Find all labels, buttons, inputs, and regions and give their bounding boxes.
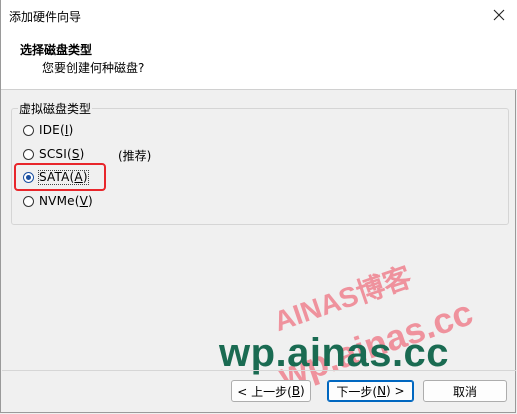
recommended-note: (推荐) xyxy=(118,149,152,163)
radio-ide-button[interactable] xyxy=(23,124,34,136)
radio-ide-label: IDE(I) xyxy=(39,123,74,137)
radio-ide[interactable]: IDE(I) xyxy=(23,121,73,139)
radio-nvme-label: NVMe(V) xyxy=(39,194,93,208)
cancel-button[interactable]: 取消 xyxy=(423,380,507,402)
radio-scsi-label: SCSI(S) xyxy=(39,147,85,161)
footer-divider xyxy=(2,370,516,371)
close-icon xyxy=(493,9,505,21)
page-subtitle: 您要创建何种磁盘? xyxy=(42,61,145,75)
radio-scsi-button[interactable] xyxy=(23,148,34,160)
window-title: 添加硬件向导 xyxy=(9,10,82,24)
radio-nvme-button[interactable] xyxy=(23,195,34,207)
group-legend: 虚拟磁盘类型 xyxy=(18,100,93,117)
radio-nvme[interactable]: NVMe(V) xyxy=(23,192,93,210)
dialog-window: 添加硬件向导 选择磁盘类型 您要创建何种磁盘? 虚拟磁盘类型 IDE(I) SC… xyxy=(0,0,517,413)
page-title: 选择磁盘类型 xyxy=(20,43,93,57)
highlight-annotation xyxy=(14,163,106,191)
close-button[interactable] xyxy=(490,6,508,24)
title-bar[interactable]: 添加硬件向导 xyxy=(1,0,517,32)
back-button[interactable]: < 上一步(B) xyxy=(231,380,311,402)
wizard-header: 选择磁盘类型 您要创建何种磁盘? xyxy=(1,32,517,90)
radio-scsi[interactable]: SCSI(S) xyxy=(23,145,85,163)
next-button[interactable]: 下一步(N) > xyxy=(327,380,414,402)
